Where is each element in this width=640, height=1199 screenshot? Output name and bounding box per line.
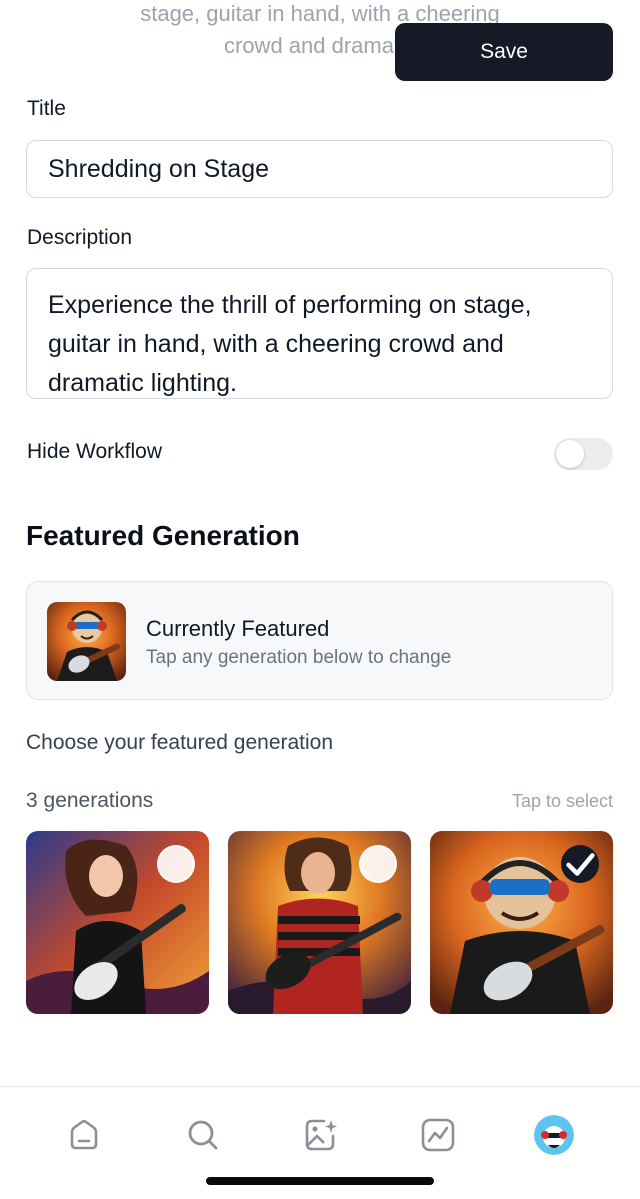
description-label: Description: [27, 226, 133, 249]
home-icon: [70, 1119, 98, 1150]
nav-activity[interactable]: [418, 1115, 458, 1155]
select-circle[interactable]: [359, 845, 397, 883]
home-indicator: [206, 1177, 434, 1185]
featured-thumbnail: [47, 602, 126, 681]
featured-section-title: Featured Generation: [26, 520, 300, 551]
choose-featured-label: Choose your featured generation: [26, 731, 334, 754]
currently-featured-card: Currently Featured Tap any generation be…: [26, 581, 613, 700]
title-input[interactable]: Shredding on Stage: [26, 140, 613, 198]
create-image-icon: [305, 1119, 337, 1151]
tap-to-select-hint: Tap to select: [511, 791, 613, 811]
select-circle[interactable]: [157, 845, 195, 883]
generation-tile-3[interactable]: [430, 831, 613, 1014]
generation-tile-1[interactable]: [26, 831, 209, 1014]
nav-create[interactable]: [301, 1115, 341, 1155]
featured-heading: Currently Featured: [146, 616, 330, 641]
generations-count: 3 generations: [26, 789, 154, 812]
title-label: Title: [27, 97, 66, 120]
checkmark-icon: [566, 853, 595, 876]
activity-icon: [421, 1118, 455, 1152]
toggle-knob: [556, 440, 584, 468]
nav-profile[interactable]: [534, 1115, 574, 1155]
hide-workflow-toggle[interactable]: [554, 438, 613, 470]
nav-home[interactable]: [64, 1115, 104, 1155]
save-button[interactable]: Save: [395, 23, 613, 81]
profile-avatar: [534, 1115, 574, 1155]
nav-search[interactable]: [183, 1115, 223, 1155]
featured-subtitle: Tap any generation below to change: [146, 647, 452, 668]
search-icon: [188, 1120, 218, 1150]
description-textarea[interactable]: Experience the thrill of performing on s…: [26, 268, 613, 399]
generation-tile-2[interactable]: [228, 831, 411, 1014]
selected-check-badge[interactable]: [561, 845, 599, 883]
hide-workflow-label: Hide Workflow: [27, 440, 162, 463]
